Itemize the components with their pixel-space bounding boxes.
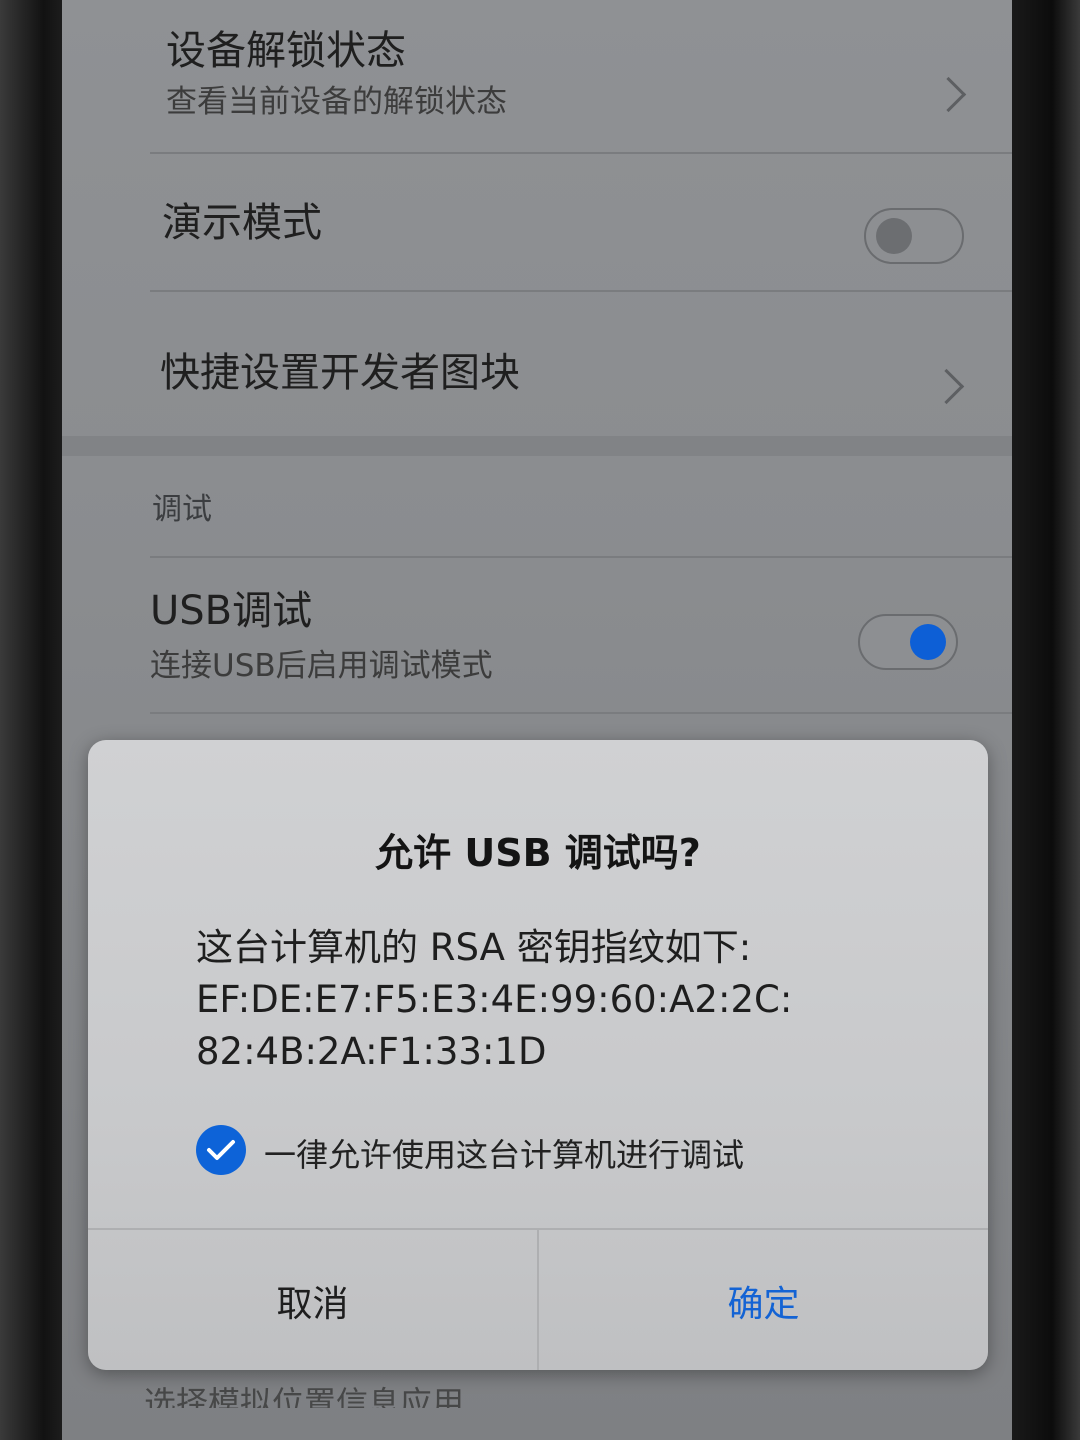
unlock-status-row[interactable]: 设备解锁状态 查看当前设备的解锁状态: [62, 0, 1012, 150]
usb-debug-title: USB调试: [150, 588, 313, 634]
dialog-button-bar: 取消 确定: [88, 1228, 988, 1370]
usb-debug-subtitle: 连接USB后启用调试模式: [150, 648, 493, 684]
chevron-right-icon: [930, 76, 967, 113]
usb-debug-row[interactable]: USB调试 连接USB后启用调试模式: [62, 558, 1012, 708]
dialog-message-line: EF:DE:E7:F5:E3:4E:99:60:A2:2C:: [196, 978, 793, 1021]
usb-debug-dialog: 允许 USB 调试吗? 这台计算机的 RSA 密钥指纹如下: EF:DE:E7:…: [88, 740, 988, 1370]
usb-debug-toggle[interactable]: [858, 614, 958, 670]
quick-tiles-title: 快捷设置开发者图块: [160, 350, 520, 396]
debug-section-label: 调试: [152, 492, 212, 527]
chevron-right-icon: [928, 368, 965, 405]
always-allow-checkbox[interactable]: [196, 1125, 246, 1175]
demo-mode-title: 演示模式: [162, 200, 322, 246]
phone-bezel-right: [1010, 0, 1080, 1440]
checkmark-icon: [207, 1140, 235, 1160]
cancel-button[interactable]: 取消: [88, 1230, 539, 1370]
dialog-message-line: 82:4B:2A:F1:33:1D: [196, 1030, 547, 1073]
demo-mode-toggle[interactable]: [864, 208, 964, 264]
phone-bezel-left: [0, 0, 62, 1440]
quick-tiles-row[interactable]: 快捷设置开发者图块: [62, 292, 1012, 432]
toggle-knob: [876, 218, 912, 254]
ok-button[interactable]: 确定: [539, 1230, 988, 1370]
section-band: [62, 436, 1012, 456]
demo-mode-row[interactable]: 演示模式: [62, 154, 1012, 286]
dialog-message-line: 这台计算机的 RSA 密钥指纹如下:: [196, 926, 752, 969]
toggle-knob: [910, 624, 946, 660]
dialog-message: 这台计算机的 RSA 密钥指纹如下: EF:DE:E7:F5:E3:4E:99:…: [196, 922, 916, 1078]
divider: [150, 712, 1012, 714]
always-allow-label[interactable]: 一律允许使用这台计算机进行调试: [264, 1130, 744, 1176]
bottom-peek-row-title: 选择模拟位置信息应用: [144, 1384, 465, 1408]
unlock-status-title: 设备解锁状态: [166, 28, 406, 74]
dialog-title: 允许 USB 调试吗?: [375, 831, 701, 875]
unlock-status-subtitle: 查看当前设备的解锁状态: [166, 84, 507, 120]
